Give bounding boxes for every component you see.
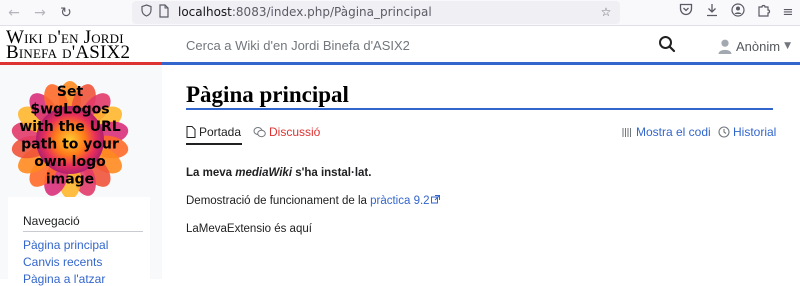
sidebar-item-main-page[interactable]: Pàgina principal — [23, 238, 108, 252]
intro-prefix: La meva — [186, 167, 236, 179]
account-icon[interactable] — [728, 3, 748, 23]
logo-text-line: path to your — [21, 137, 119, 153]
tab-discussion-label: Discussió — [269, 125, 321, 139]
user-label: Anònim — [736, 38, 781, 54]
intro-paragraph: La meva mediaWiki s'ha instal·lat. — [186, 167, 371, 179]
address-bar[interactable]: localhost:8083/index.php/Pàgina_principa… — [132, 1, 620, 24]
url-text: localhost:8083/index.php/Pàgina_principa… — [178, 5, 432, 19]
chevron-down-icon: ▼ — [784, 41, 791, 51]
logo-text-line: image — [46, 172, 94, 188]
url-host: localhost — [178, 5, 232, 19]
intro-suffix: s'ha instal·lat. — [292, 167, 372, 179]
title-divider — [186, 108, 773, 110]
demo-paragraph: Demostració de funcionament de la pràcti… — [186, 195, 440, 207]
tab-view-source[interactable]: Mostra el codi — [622, 124, 711, 140]
downloads-icon[interactable] — [702, 3, 722, 23]
search-icon[interactable] — [658, 35, 676, 53]
page-icon — [186, 126, 196, 138]
nav-divider — [23, 231, 143, 232]
logo-text-line: with the URL — [19, 119, 120, 135]
sidebar-item-random-page[interactable]: Pàgina a l'atzar — [23, 272, 105, 286]
main-content: Pàgina principal Portada Discussió Mostr… — [162, 65, 800, 279]
tab-page[interactable]: Portada — [186, 124, 241, 140]
demo-prefix: Demostració de funcionament de la — [186, 195, 371, 207]
pocket-icon[interactable] — [676, 3, 696, 23]
search-box — [170, 31, 688, 59]
sidebar: Set $wgLogos with the URL path to your own l… — [0, 65, 162, 286]
tab-history[interactable]: Historial — [718, 124, 776, 140]
discussion-icon — [253, 127, 266, 138]
logo-text-line: Set — [57, 84, 84, 100]
tab-history-label: Historial — [733, 125, 777, 139]
wordmark-line-2: Binefa d'ASIX2 — [6, 42, 131, 63]
tab-active-indicator — [186, 143, 242, 145]
tab-page-label: Portada — [199, 125, 242, 139]
reload-icon[interactable]: ↻ — [56, 3, 76, 23]
menu-icon[interactable]: ≡ — [778, 3, 798, 23]
back-icon[interactable]: ← — [4, 3, 24, 23]
page-title: Pàgina principal — [186, 82, 349, 107]
site-wordmark[interactable]: Wiki d'en Jordi Binefa d'ASIX2 — [6, 28, 131, 63]
practice-link[interactable]: pràctica 9.2 — [370, 195, 429, 207]
user-avatar-icon — [718, 39, 732, 54]
page-info-icon[interactable] — [156, 4, 172, 20]
nav-heading: Navegació — [23, 214, 80, 228]
logo-text-line: own logo — [34, 154, 106, 170]
intro-emphasis: mediaWiki — [235, 167, 293, 179]
bookmark-star-icon[interactable]: ☆ — [598, 4, 614, 20]
tab-view-source-label: Mostra el codi — [636, 125, 711, 139]
history-icon — [718, 126, 730, 138]
navigation-portlet: Navegació Pàgina principal Canvis recent… — [8, 197, 150, 286]
view-source-icon — [622, 127, 631, 137]
logo-text-line: $wgLogos — [30, 102, 109, 118]
shield-icon[interactable] — [138, 4, 154, 20]
sidebar-item-recent-changes[interactable]: Canvis recents — [23, 255, 102, 269]
browser-toolbar: ← → ↻ localhost:8083/index.php/Pàgina_pr… — [0, 0, 800, 26]
url-path: :8083/index.php/Pàgina_principal — [231, 5, 432, 19]
tab-discussion[interactable]: Discussió — [253, 124, 320, 140]
site-logo[interactable]: Set $wgLogoswith the URL path to yourown l… — [8, 80, 133, 200]
wiki-header: Wiki d'en Jordi Binefa d'ASIX2 Anònim ▼ — [0, 26, 800, 64]
search-input[interactable] — [170, 31, 688, 59]
forward-icon[interactable]: → — [30, 3, 50, 23]
user-menu[interactable]: Anònim ▼ — [718, 37, 791, 55]
external-link-icon — [430, 195, 440, 204]
extension-paragraph: LaMevaExtensio és aquí — [186, 223, 312, 235]
extensions-icon[interactable] — [754, 3, 774, 23]
